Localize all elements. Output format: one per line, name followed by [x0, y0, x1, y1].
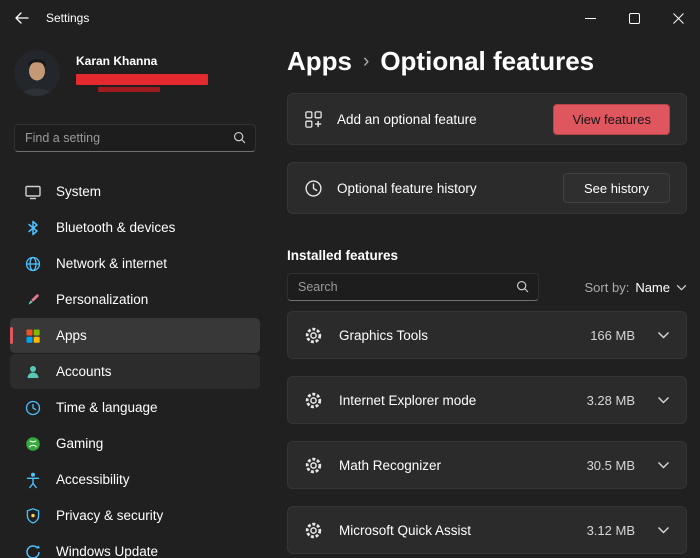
person-icon: [24, 363, 42, 381]
feature-name: Internet Explorer mode: [339, 393, 587, 408]
shield-icon: [24, 507, 42, 525]
component-gear-icon: [304, 456, 323, 475]
sidebar-item-system[interactable]: System: [10, 174, 260, 209]
paintbrush-icon: [24, 291, 42, 309]
redaction-bar: [76, 74, 208, 85]
see-history-button[interactable]: See history: [563, 173, 670, 203]
optional-feature-history-card: Optional feature history See history: [287, 162, 687, 214]
close-icon: [673, 13, 684, 24]
window-title: Settings: [46, 11, 89, 25]
sidebar-item-label: Gaming: [56, 436, 103, 451]
sidebar-item-gaming[interactable]: Gaming: [10, 426, 260, 461]
breadcrumb-separator-icon: ›: [363, 51, 369, 73]
sidebar-item-apps[interactable]: Apps: [10, 318, 260, 353]
sidebar-item-label: Network & internet: [56, 256, 167, 271]
chevron-down-icon: [676, 284, 687, 291]
sidebar-nav: System Bluetooth & devices Network & int…: [0, 174, 270, 558]
selected-indicator: [10, 327, 13, 344]
chevron-down-icon[interactable]: [657, 331, 670, 339]
close-button[interactable]: [656, 0, 700, 36]
add-feature-label: Add an optional feature: [337, 112, 553, 127]
sidebar-item-privacy-security[interactable]: Privacy & security: [10, 498, 260, 533]
feature-size: 3.28 MB: [587, 393, 635, 408]
chevron-down-icon[interactable]: [657, 526, 670, 534]
back-button[interactable]: [4, 3, 40, 33]
bluetooth-icon: [24, 219, 42, 237]
xbox-icon: [24, 435, 42, 453]
sidebar-item-label: Windows Update: [56, 544, 158, 558]
installed-features-list: Graphics Tools 166 MB Internet Explorer …: [287, 311, 687, 554]
installed-search-input[interactable]: [287, 273, 539, 301]
sidebar-item-windows-update[interactable]: Windows Update: [10, 534, 260, 558]
view-features-button[interactable]: View features: [553, 104, 670, 135]
page-title: Optional features: [380, 46, 594, 77]
find-a-setting-search: [14, 124, 256, 152]
chevron-down-icon[interactable]: [657, 396, 670, 404]
sidebar-item-accessibility[interactable]: Accessibility: [10, 462, 260, 497]
sidebar-item-label: Bluetooth & devices: [56, 220, 175, 235]
user-meta: Karan Khanna: [76, 54, 208, 92]
user-name: Karan Khanna: [76, 54, 208, 68]
feature-row-graphics-tools[interactable]: Graphics Tools 166 MB: [287, 311, 687, 359]
feature-row-math-recognizer[interactable]: Math Recognizer 30.5 MB: [287, 441, 687, 489]
sidebar-item-network-internet[interactable]: Network & internet: [10, 246, 260, 281]
sidebar-item-label: Personalization: [56, 292, 148, 307]
add-optional-feature-card: Add an optional feature View features: [287, 93, 687, 145]
list-controls: Sort by: Name: [287, 273, 687, 301]
feature-name: Microsoft Quick Assist: [339, 523, 587, 538]
add-feature-icon: [304, 110, 323, 129]
sidebar-item-label: Time & language: [56, 400, 158, 415]
sort-by-dropdown[interactable]: Sort by: Name: [585, 280, 687, 295]
breadcrumb: Apps › Optional features: [287, 46, 687, 77]
sidebar-item-label: Accounts: [56, 364, 112, 379]
installed-features-heading: Installed features: [287, 248, 687, 263]
feature-row-quick-assist[interactable]: Microsoft Quick Assist 3.12 MB: [287, 506, 687, 554]
window-controls: [568, 0, 700, 36]
feature-name: Math Recognizer: [339, 458, 587, 473]
sort-by-label: Sort by:: [585, 280, 630, 295]
minimize-button[interactable]: [568, 0, 612, 36]
installed-search: [287, 273, 539, 301]
user-profile[interactable]: Karan Khanna: [0, 36, 270, 96]
clock-language-icon: [24, 399, 42, 417]
find-a-setting-input[interactable]: [14, 124, 256, 152]
sidebar-item-label: System: [56, 184, 101, 199]
redaction-bar-small: [98, 87, 160, 92]
chevron-down-icon[interactable]: [657, 461, 670, 469]
history-label: Optional feature history: [337, 181, 563, 196]
sidebar-item-personalization[interactable]: Personalization: [10, 282, 260, 317]
update-arrows-icon: [24, 543, 42, 558]
accessibility-person-icon: [24, 471, 42, 489]
minimize-icon: [585, 13, 596, 24]
system-icon: [24, 183, 42, 201]
titlebar: Settings: [0, 0, 700, 36]
back-arrow-icon: [15, 12, 29, 24]
apps-grid-icon: [24, 327, 42, 345]
sidebar-item-bluetooth-devices[interactable]: Bluetooth & devices: [10, 210, 260, 245]
sidebar-item-label: Apps: [56, 328, 87, 343]
sidebar: Karan Khanna System Blueto: [0, 36, 270, 558]
sidebar-item-accounts[interactable]: Accounts: [10, 354, 260, 389]
sort-by-value: Name: [635, 280, 670, 295]
feature-size: 30.5 MB: [587, 458, 635, 473]
maximize-icon: [629, 13, 640, 24]
feature-row-ie-mode[interactable]: Internet Explorer mode 3.28 MB: [287, 376, 687, 424]
sidebar-item-time-language[interactable]: Time & language: [10, 390, 260, 425]
avatar: [14, 50, 60, 96]
component-gear-icon: [304, 521, 323, 540]
history-clock-icon: [304, 179, 323, 198]
breadcrumb-root[interactable]: Apps: [287, 46, 352, 77]
feature-name: Graphics Tools: [339, 328, 590, 343]
maximize-button[interactable]: [612, 0, 656, 36]
main-content: Apps › Optional features Add an optional…: [287, 36, 687, 558]
settings-window: Settings: [0, 0, 700, 558]
feature-size: 166 MB: [590, 328, 635, 343]
component-gear-icon: [304, 391, 323, 410]
component-gear-icon: [304, 326, 323, 345]
sidebar-item-label: Privacy & security: [56, 508, 163, 523]
globe-icon: [24, 255, 42, 273]
sidebar-item-label: Accessibility: [56, 472, 130, 487]
feature-size: 3.12 MB: [587, 523, 635, 538]
